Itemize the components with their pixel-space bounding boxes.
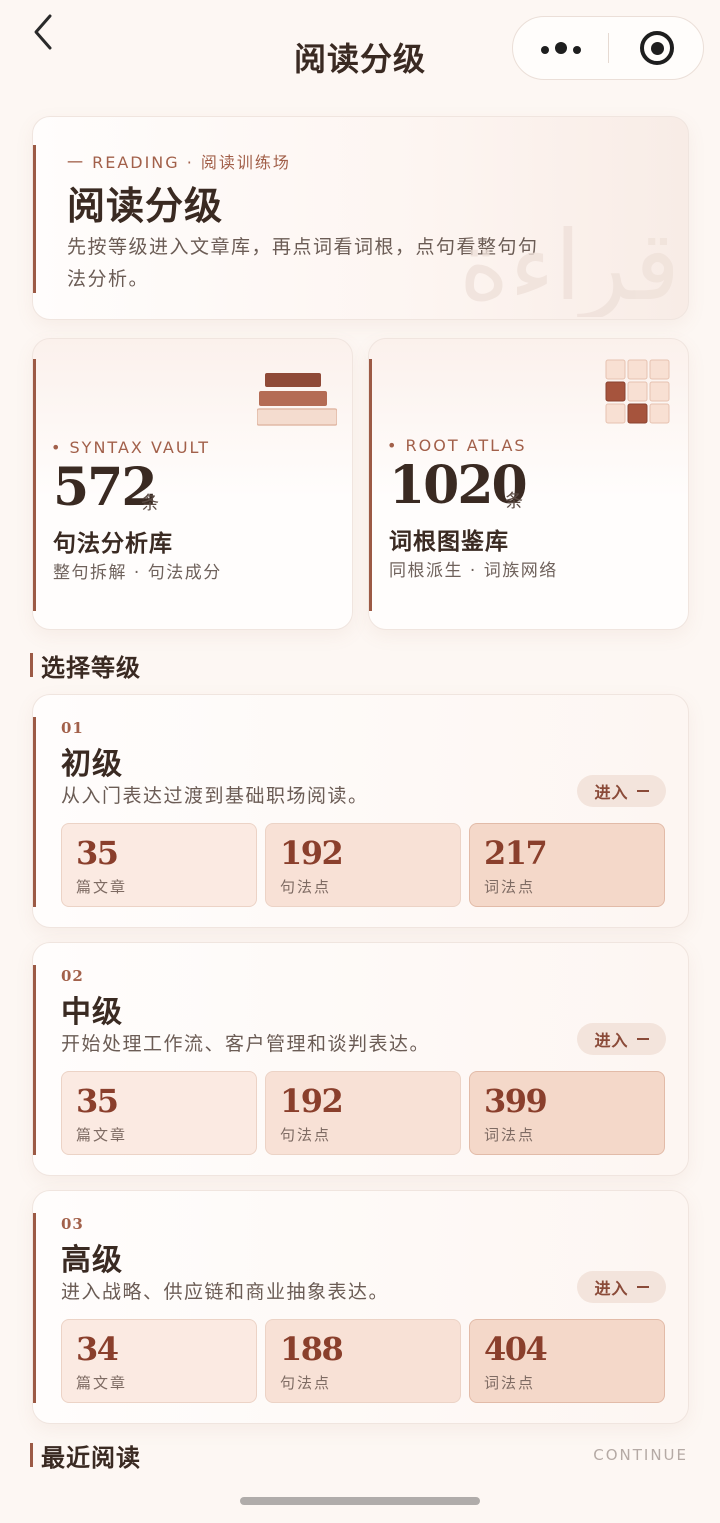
stat-title: 句法分析库 [53, 531, 173, 557]
level-number: 03 [61, 1215, 84, 1233]
metric-morphology-points: 404 词法点 [469, 1319, 665, 1403]
metric-articles: 35 篇文章 [61, 1071, 257, 1155]
book-stack-icon [257, 373, 337, 426]
accent-line [33, 359, 36, 611]
enter-label: 进入 [594, 783, 629, 802]
accent-line [33, 965, 36, 1155]
metric-value: 188 [280, 1330, 344, 1368]
section-title: 最近阅读 [41, 1443, 141, 1472]
metric-label: 句法点 [280, 1374, 332, 1392]
syntax-vault-card[interactable]: • SYNTAX VAULT 572 条 句法分析库 整句拆解 · 句法成分 [32, 338, 353, 630]
metric-value: 192 [280, 1082, 344, 1120]
hero-card: 一 READING · 阅读训练场 阅读分级 先按等级进入文章库，再点词看词根，… [32, 116, 689, 320]
target-close-icon [640, 31, 674, 65]
more-button[interactable] [513, 17, 609, 79]
hero-eyebrow: 一 READING · 阅读训练场 [67, 153, 291, 172]
dash-icon [636, 1038, 649, 1040]
stat-unit: 条 [505, 491, 523, 512]
accent-line [33, 717, 36, 907]
metric-articles: 35 篇文章 [61, 823, 257, 907]
dash-icon [636, 790, 649, 792]
metric-label: 篇文章 [76, 878, 128, 896]
svg-text:قراءة: قراءة [459, 210, 680, 317]
level-number: 02 [61, 967, 84, 985]
accent-line [369, 359, 372, 611]
hero-title: 阅读分级 [67, 184, 224, 228]
section-heading-recent: 最近阅读 [30, 1440, 141, 1472]
enter-label: 进入 [594, 1279, 629, 1298]
metric-value: 35 [76, 1082, 119, 1120]
home-indicator [240, 1497, 480, 1505]
level-card-advanced[interactable]: 03 高级 进入战略、供应链和商业抽象表达。 进入 34 篇文章 188 句法点 4… [32, 1190, 689, 1424]
level-name: 中级 [61, 995, 123, 1030]
accent-line [33, 1213, 36, 1403]
close-button[interactable] [609, 17, 705, 79]
section-bar [30, 1443, 33, 1467]
enter-button[interactable]: 进入 [577, 1271, 666, 1303]
metric-syntax-points: 192 句法点 [265, 823, 461, 907]
enter-button[interactable]: 进入 [577, 1023, 666, 1055]
arabic-watermark: قراءة [459, 210, 680, 317]
metric-value: 404 [484, 1330, 548, 1368]
stat-subtitle: 同根派生 · 词族网络 [389, 561, 558, 581]
level-card-intermediate[interactable]: 02 中级 开始处理工作流、客户管理和谈判表达。 进入 35 篇文章 192 句法点… [32, 942, 689, 1176]
dash-icon [636, 1286, 649, 1288]
section-bar [30, 653, 33, 677]
metric-value: 217 [484, 834, 548, 872]
metric-value: 399 [484, 1082, 548, 1120]
metric-syntax-points: 188 句法点 [265, 1319, 461, 1403]
level-description: 进入战略、供应链和商业抽象表达。 [61, 1281, 390, 1303]
level-description: 开始处理工作流、客户管理和谈判表达。 [61, 1033, 431, 1055]
metric-label: 词法点 [484, 1374, 536, 1392]
enter-label: 进入 [594, 1031, 629, 1050]
stat-eyebrow: • SYNTAX VAULT [51, 438, 211, 457]
mini-program-capsule [512, 16, 704, 80]
metric-value: 192 [280, 834, 344, 872]
metric-value: 34 [76, 1330, 119, 1368]
level-name: 初级 [61, 747, 123, 782]
stat-title: 词根图鉴库 [389, 529, 509, 555]
metric-syntax-points: 192 句法点 [265, 1071, 461, 1155]
metric-articles: 34 篇文章 [61, 1319, 257, 1403]
stat-eyebrow: • ROOT ATLAS [387, 436, 527, 455]
metric-label: 句法点 [280, 1126, 332, 1144]
level-number: 01 [61, 719, 84, 737]
level-card-beginner[interactable]: 01 初级 从入门表达过渡到基础职场阅读。 进入 35 篇文章 192 句法点 21… [32, 694, 689, 928]
continue-link[interactable]: CONTINUE [593, 1446, 688, 1464]
enter-button[interactable]: 进入 [577, 775, 666, 807]
section-heading-levels: 选择等级 [30, 650, 141, 682]
accent-line [33, 145, 36, 293]
metric-label: 篇文章 [76, 1374, 128, 1392]
stat-subtitle: 整句拆解 · 句法成分 [53, 563, 222, 583]
metric-label: 篇文章 [76, 1126, 128, 1144]
metric-morphology-points: 217 词法点 [469, 823, 665, 907]
level-name: 高级 [61, 1243, 123, 1278]
level-description: 从入门表达过渡到基础职场阅读。 [61, 785, 369, 807]
metric-label: 句法点 [280, 878, 332, 896]
metric-morphology-points: 399 词法点 [469, 1071, 665, 1155]
section-title: 选择等级 [41, 653, 141, 682]
grid-tiles-icon [605, 359, 670, 424]
metric-label: 词法点 [484, 878, 536, 896]
root-atlas-card[interactable]: • ROOT ATLAS 1020 条 词根图鉴库 同根派生 · 词族网络 [368, 338, 689, 630]
stat-unit: 条 [141, 493, 159, 514]
metric-value: 35 [76, 834, 119, 872]
top-bar: 阅读分级 [0, 0, 720, 100]
more-dots-icon [538, 39, 584, 58]
metric-label: 词法点 [484, 1126, 536, 1144]
